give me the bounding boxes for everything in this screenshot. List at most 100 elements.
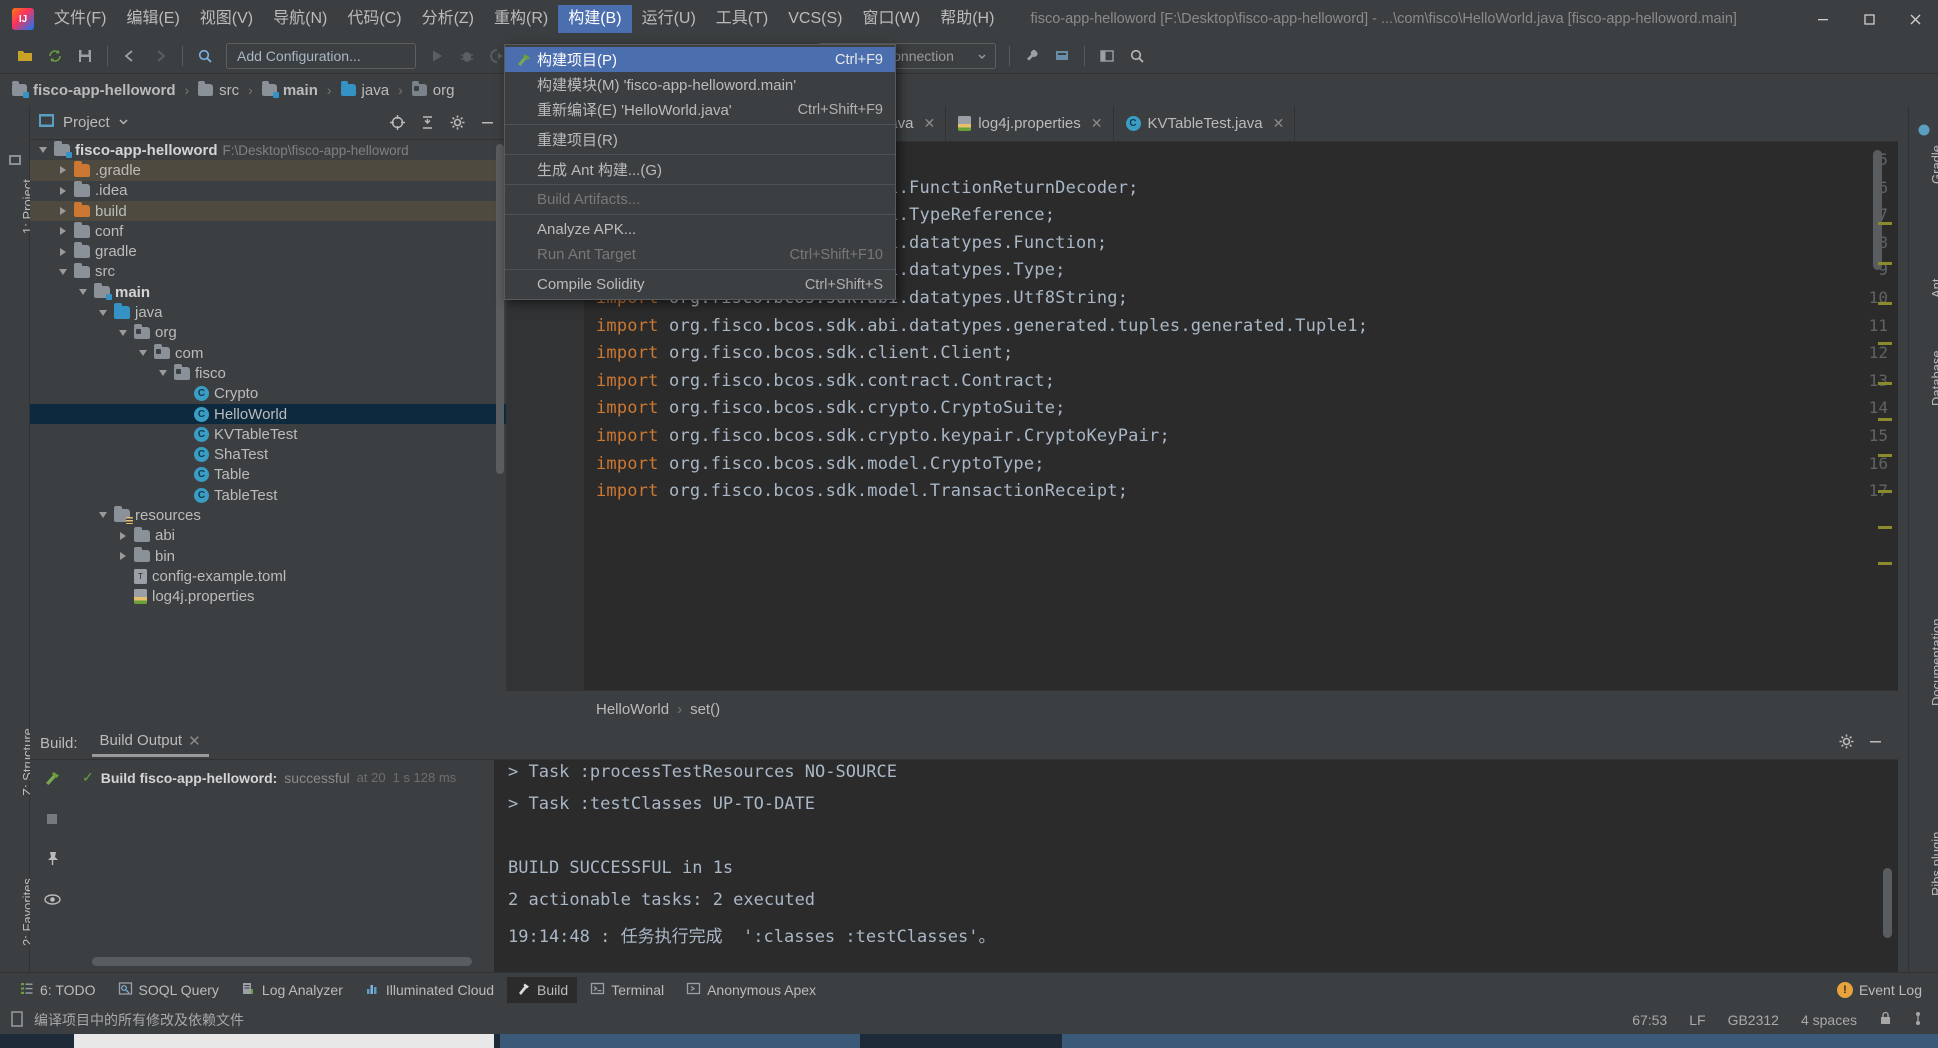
chevron-down-icon[interactable] <box>156 367 169 380</box>
tool-window-button-6--todo[interactable]: 6: TODO <box>10 977 105 1003</box>
tree-node-table[interactable]: C Table <box>30 465 506 485</box>
breadcrumb-segment-3[interactable]: java <box>339 81 392 99</box>
chevron-down-icon[interactable] <box>96 509 109 522</box>
code-line[interactable]: import org.fisco.bcos.sdk.crypto.keypair… <box>596 426 1170 446</box>
tree-node-gradle[interactable]: gradle <box>30 241 506 261</box>
chevron-right-icon[interactable] <box>56 184 69 197</box>
scroll-from-source-icon[interactable] <box>386 112 408 134</box>
rail-item-ant[interactable]: Ant <box>1929 278 1938 298</box>
hide-panel-icon[interactable] <box>476 112 498 134</box>
menu-item------r-[interactable]: 重建项目(R) <box>505 127 895 152</box>
chevron-right-icon[interactable] <box>56 225 69 238</box>
chevron-down-icon[interactable] <box>96 306 109 319</box>
tool-window-button-terminal[interactable]: Terminal <box>581 977 673 1003</box>
taskbar-item-active[interactable] <box>74 1034 494 1048</box>
tool-window-button-anonymous-apex[interactable]: Anonymous Apex <box>677 977 825 1003</box>
code-line[interactable]: import org.fisco.bcos.sdk.client.Client; <box>596 343 1013 363</box>
menu-item------m---fisco-app-helloword[interactable]: 构建模块(M) 'fisco-app-helloword.main' <box>505 72 895 97</box>
project-tree-scrollbar[interactable] <box>496 144 504 474</box>
open-folder-icon[interactable] <box>12 43 38 69</box>
line-separator[interactable]: LF <box>1689 1012 1705 1028</box>
tree-node-kvtabletest[interactable]: C KVTableTest <box>30 424 506 444</box>
project-tree[interactable]: fisco-app-helloword F:\Desktop\fisco-app-… <box>30 140 506 728</box>
menu-11[interactable]: 窗口(W) <box>852 5 930 33</box>
build-result-row[interactable]: ✓ Build fisco-app-helloword: successful … <box>74 766 494 789</box>
settings-wrench-icon[interactable] <box>1019 43 1045 69</box>
code-line[interactable]: import org.fisco.bcos.sdk.model.CryptoTy… <box>596 454 1045 474</box>
tree-node-main[interactable]: main <box>30 282 506 302</box>
menu-item-compile-solidity[interactable]: Compile Solidity Ctrl+Shift+S <box>505 272 895 297</box>
build-hide-icon[interactable] <box>1867 733 1884 754</box>
tree-node-log4j-properties[interactable]: log4j.properties <box>30 587 506 607</box>
menu-5[interactable]: 分析(Z) <box>412 5 484 33</box>
gear-icon[interactable] <box>446 112 468 134</box>
back-arrow-icon[interactable] <box>117 43 143 69</box>
rail-item-database[interactable]: Database <box>1929 350 1938 406</box>
tool-window-button-build[interactable]: Build <box>507 976 578 1003</box>
tree-node--gradle[interactable]: .gradle <box>30 160 506 181</box>
tree-node-shatest[interactable]: C ShaTest <box>30 444 506 464</box>
save-all-icon[interactable] <box>72 43 98 69</box>
file-encoding[interactable]: GB2312 <box>1728 1012 1779 1028</box>
menu-6[interactable]: 重构(R) <box>484 5 558 33</box>
search-icon[interactable] <box>1124 43 1150 69</box>
code-line[interactable]: import org.fisco.bcos.sdk.abi.datatypes.… <box>596 316 1368 336</box>
taskbar-item[interactable] <box>500 1034 860 1048</box>
project-structure-icon[interactable] <box>1094 43 1120 69</box>
close-icon[interactable]: ✕ <box>1273 115 1285 132</box>
build-result-tree[interactable]: ✓ Build fisco-app-helloword: successful … <box>74 760 494 972</box>
rail-item-ribs[interactable]: Ribs plugin <box>1929 832 1938 896</box>
chevron-right-icon[interactable] <box>56 245 69 258</box>
menu-1[interactable]: 编辑(E) <box>116 5 189 33</box>
tree-node-src[interactable]: src <box>30 262 506 282</box>
editor-tab-kvtabletest-java[interactable]: C KVTableTest.java ✕ <box>1114 106 1296 141</box>
build-pin-icon[interactable] <box>44 850 61 872</box>
close-icon[interactable]: ✕ <box>1091 115 1103 132</box>
search-everywhere-icon[interactable] <box>192 43 218 69</box>
menu-8[interactable]: 运行(U) <box>632 5 706 33</box>
tree-node-build[interactable]: build <box>30 200 506 222</box>
editor-breadcrumb[interactable]: HelloWorld › set() <box>506 690 1898 728</box>
menu-item-analyze-apk---[interactable]: Analyze APK... <box>505 217 895 242</box>
menu-item----ant-------g-[interactable]: 生成 Ant 构建...(G) <box>505 157 895 182</box>
sdk-manager-icon[interactable] <box>1049 43 1075 69</box>
breadcrumb-segment-1[interactable]: src <box>196 81 241 99</box>
tree-node--idea[interactable]: .idea <box>30 181 506 201</box>
menu-12[interactable]: 帮助(H) <box>930 5 1004 33</box>
code-line[interactable]: import org.fisco.bcos.sdk.model.Transact… <box>596 481 1128 501</box>
chevron-down-icon[interactable] <box>136 347 149 360</box>
close-button[interactable] <box>1892 0 1938 38</box>
chevron-right-icon[interactable] <box>116 529 129 542</box>
tree-node-java[interactable]: java <box>30 302 506 322</box>
chevron-right-icon[interactable] <box>56 164 69 177</box>
chevron-down-icon[interactable] <box>36 144 49 157</box>
build-tree-scrollbar[interactable] <box>92 957 472 966</box>
tree-node-config-example-toml[interactable]: config-example.toml <box>30 566 506 586</box>
menu-0[interactable]: 文件(F) <box>44 5 116 33</box>
run-icon[interactable] <box>424 43 450 69</box>
debug-icon[interactable] <box>454 43 480 69</box>
caret-position[interactable]: 67:53 <box>1632 1012 1667 1028</box>
tree-node-conf[interactable]: conf <box>30 221 506 241</box>
build-settings-gear-icon[interactable] <box>1838 733 1855 754</box>
chevron-right-icon[interactable] <box>56 205 69 218</box>
project-scope-chevron-icon[interactable] <box>118 114 129 132</box>
tree-node-tabletest[interactable]: C TableTest <box>30 485 506 505</box>
tool-window-button-log-analyzer[interactable]: Log Analyzer <box>232 977 352 1003</box>
chevron-down-icon[interactable] <box>116 326 129 339</box>
build-eye-icon[interactable] <box>43 890 62 914</box>
build-stop-icon[interactable] <box>44 811 60 832</box>
minimize-button[interactable] <box>1800 0 1846 38</box>
event-log-button[interactable]: ! Event Log <box>1836 981 1938 998</box>
code-line[interactable]: import org.fisco.bcos.sdk.crypto.CryptoS… <box>596 398 1066 418</box>
sync-icon[interactable] <box>42 43 68 69</box>
tree-node-fisco-app-helloword[interactable]: fisco-app-helloword F:\Desktop\fisco-app-… <box>30 140 506 160</box>
maximize-button[interactable] <box>1846 0 1892 38</box>
menu-9[interactable]: 工具(T) <box>706 5 778 33</box>
build-rerun-icon[interactable] <box>42 768 62 793</box>
tab-build-output[interactable]: Build Output ✕ <box>91 732 209 757</box>
chevron-down-icon[interactable] <box>76 286 89 299</box>
build-console[interactable]: > Task :processTestResources NO-SOURCE > … <box>494 760 1898 972</box>
indent-setting[interactable]: 4 spaces <box>1801 1012 1857 1028</box>
menu-7[interactable]: 构建(B) <box>558 5 632 33</box>
